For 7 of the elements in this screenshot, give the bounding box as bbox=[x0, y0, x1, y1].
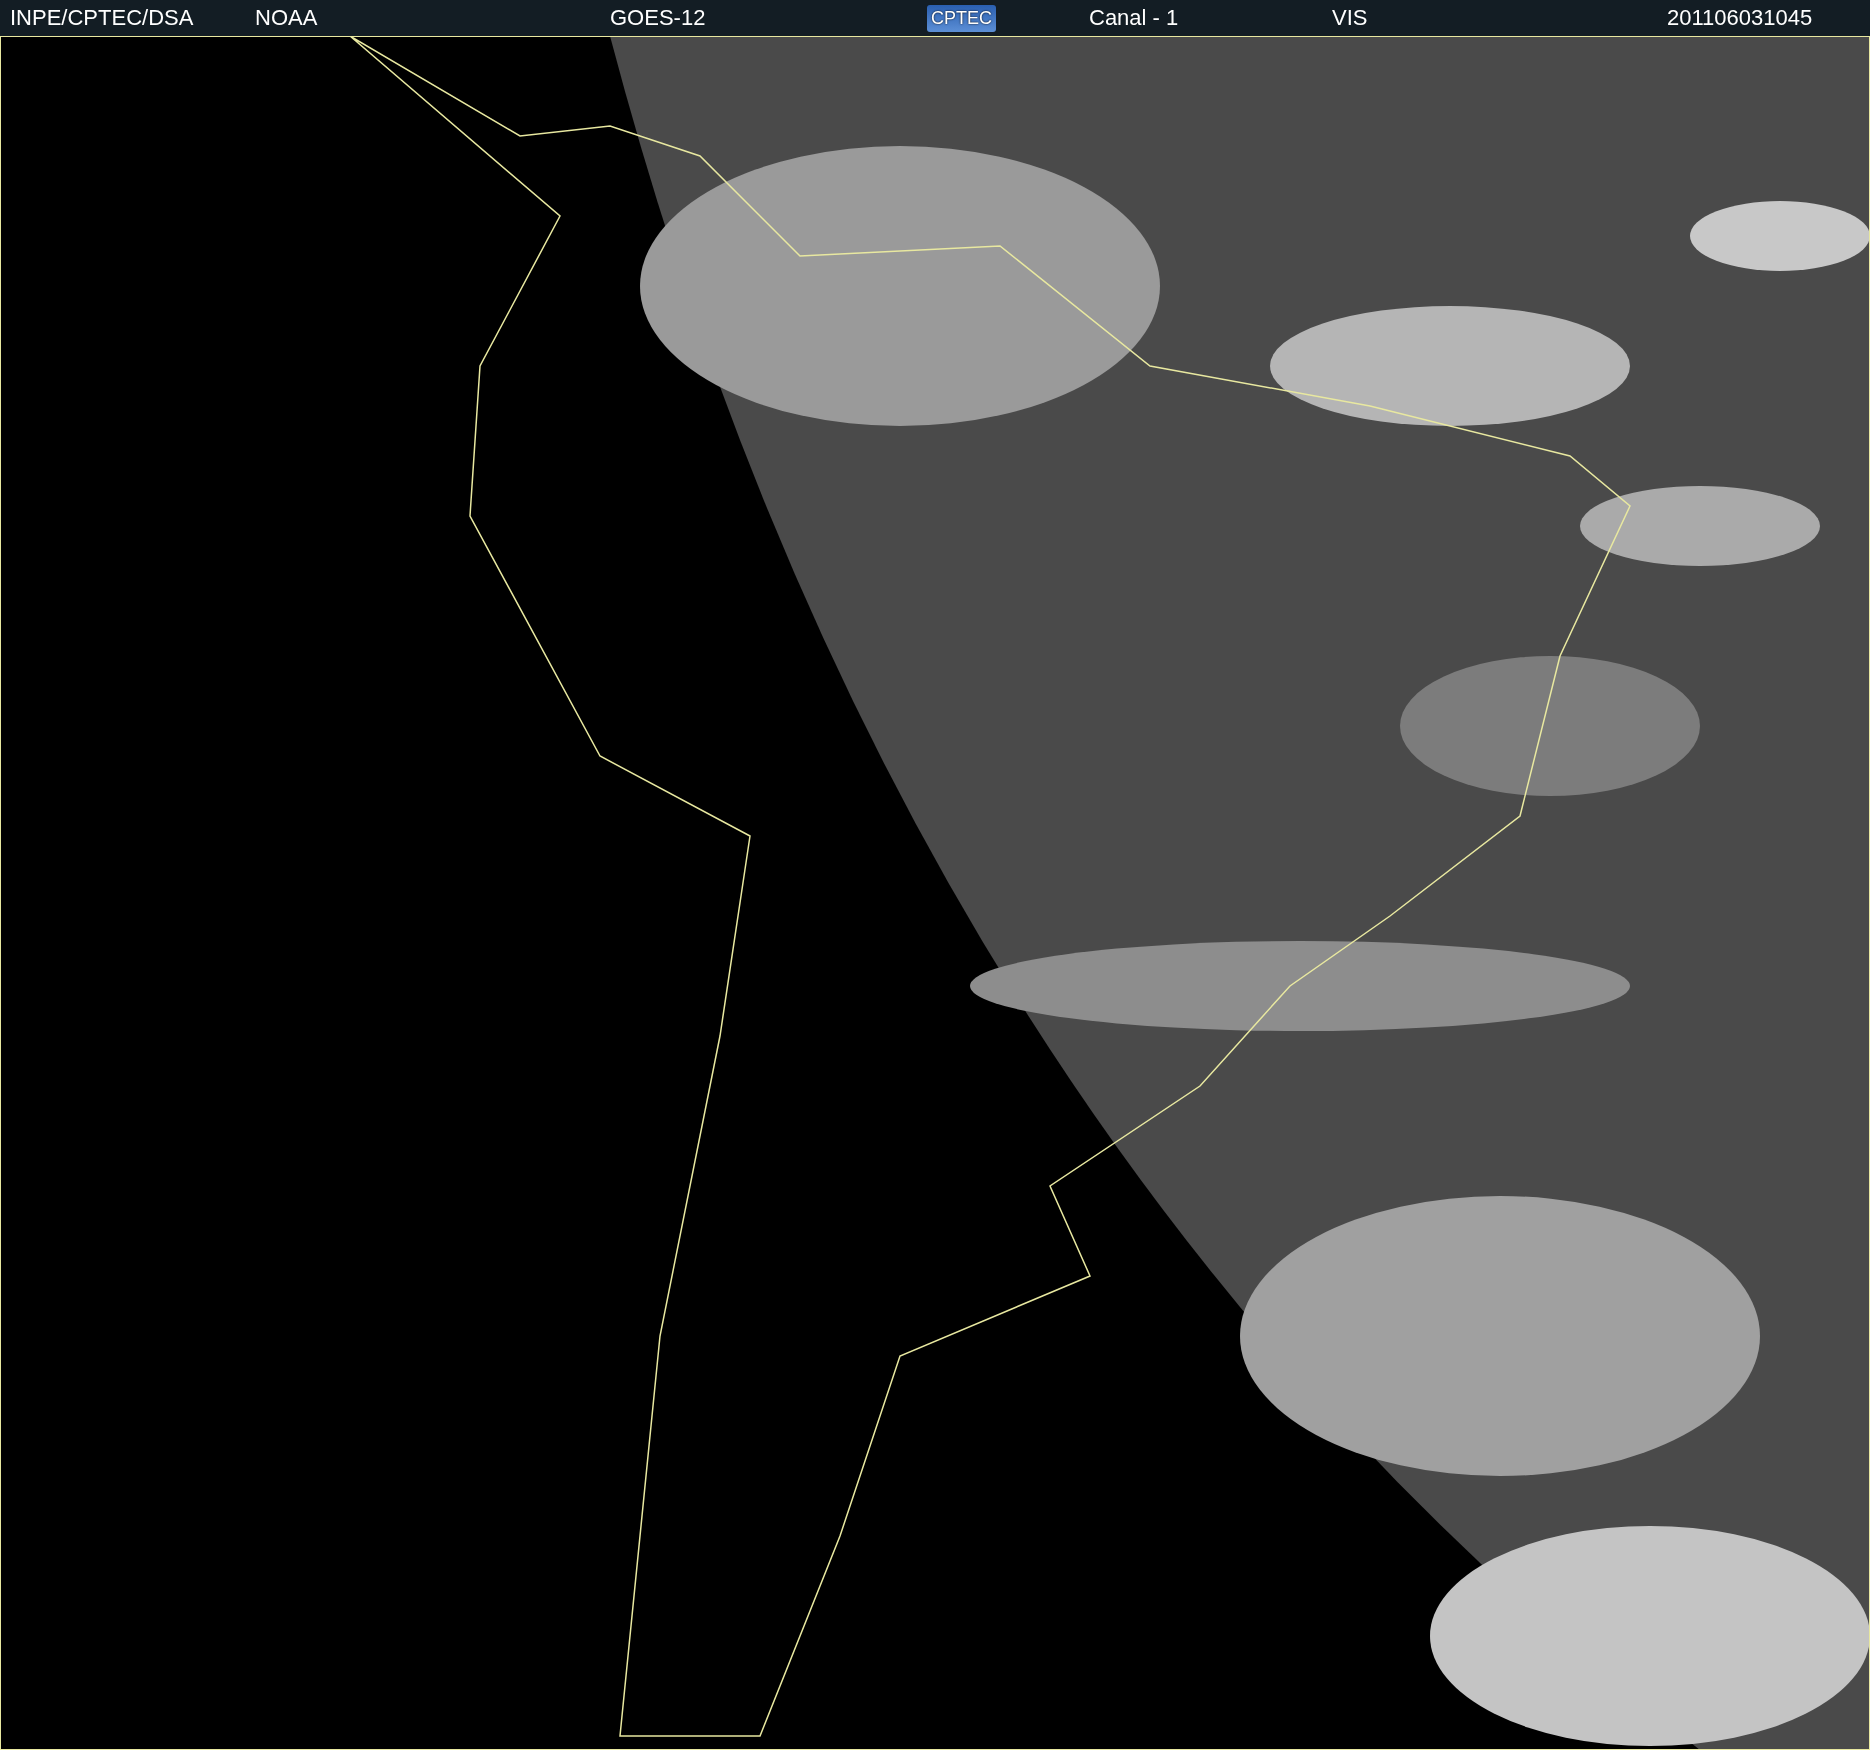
header-text: Canal - 1 bbox=[1089, 5, 1179, 31]
header-text: NOAA bbox=[255, 5, 318, 31]
header-text: 201106031045 bbox=[1667, 5, 1813, 31]
logo: CPTEC bbox=[927, 4, 996, 32]
header-text: INPE/CPTEC/DSA bbox=[10, 5, 194, 31]
header-text: VIS bbox=[1332, 5, 1368, 31]
header-text: GOES-12 bbox=[610, 5, 706, 31]
